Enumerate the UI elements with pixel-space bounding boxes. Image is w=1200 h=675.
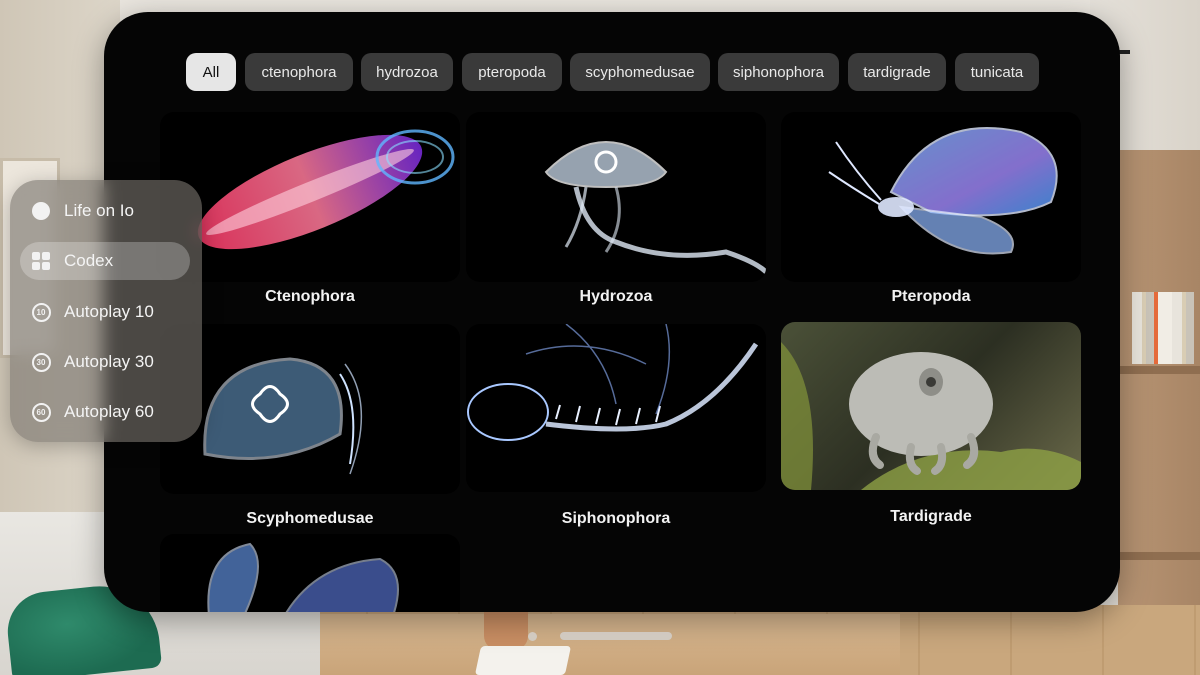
sidebar-item-codex[interactable]: Codex	[20, 242, 190, 280]
creature-card-pteropoda[interactable]: Pteropoda	[781, 112, 1081, 312]
card-label: Hydrozoa	[579, 288, 653, 305]
shelf-books	[1132, 292, 1194, 364]
sidebar-item-label: Codex	[64, 251, 114, 270]
grid-icon	[30, 250, 52, 272]
creature-card-siphonophora[interactable]: Siphonophora	[466, 324, 766, 527]
creature-card-tardigrade[interactable]: Tardigrade	[781, 322, 1081, 525]
timer-30-icon: 30	[30, 351, 52, 373]
bookshelf	[1118, 150, 1200, 675]
card-label: Scyphomedusae	[246, 510, 374, 527]
tardigrade-image	[781, 322, 1081, 490]
filter-chip-hydrozoa[interactable]: hydrozoa	[361, 53, 453, 91]
sidebar-item-life-on-io[interactable]: Life on Io	[20, 192, 190, 230]
filter-chip-all[interactable]: All	[186, 53, 236, 91]
creature-card-scyphomedusae[interactable]: Scyphomedusae	[160, 324, 460, 527]
filter-chip-pteropoda[interactable]: pteropoda	[462, 53, 562, 91]
filter-chip-scyphomedusae[interactable]: scyphomedusae	[570, 53, 710, 91]
card-label: Siphonophora	[561, 510, 671, 527]
filter-bar: All ctenophora hydrozoa pteropoda scypho…	[104, 53, 1120, 91]
sidebar-item-label: Life on Io	[64, 201, 134, 220]
ornament-sidebar: Life on Io Codex 10 Autoplay 10 30 Autop…	[10, 180, 202, 442]
shelf-board	[1118, 366, 1200, 374]
creature-card-ctenophora[interactable]: Ctenophora	[160, 112, 460, 312]
creature-card-partial[interactable]	[160, 534, 460, 612]
card-label: Ctenophora	[265, 288, 355, 305]
codex-window: All ctenophora hydrozoa pteropoda scypho…	[104, 12, 1120, 612]
shelf-board	[1118, 552, 1200, 560]
filter-chip-tardigrade[interactable]: tardigrade	[848, 53, 946, 91]
sidebar-item-autoplay-30[interactable]: 30 Autoplay 30	[20, 343, 190, 381]
sidebar-item-label: Autoplay 30	[64, 352, 154, 371]
timer-60-icon: 60	[30, 401, 52, 423]
filter-chip-siphonophora[interactable]: siphonophora	[718, 53, 839, 91]
filter-chip-ctenophora[interactable]: ctenophora	[245, 53, 353, 91]
card-label: Tardigrade	[890, 508, 972, 525]
pteropoda-image	[781, 112, 1081, 282]
sidebar-item-label: Autoplay 10	[64, 302, 154, 321]
card-label: Pteropoda	[891, 288, 971, 305]
scyphomedusae-image	[160, 324, 460, 494]
table	[300, 614, 900, 675]
creature-card-hydrozoa[interactable]: Hydrozoa	[466, 112, 766, 312]
sidebar-item-label: Autoplay 60	[64, 402, 154, 421]
sidebar-item-autoplay-10[interactable]: 10 Autoplay 10	[20, 293, 190, 331]
hydrozoa-image	[466, 112, 766, 282]
book	[474, 646, 572, 675]
ctenophora-image	[160, 112, 460, 282]
window-grab-bar[interactable]	[560, 632, 672, 640]
circle-icon	[30, 200, 52, 222]
timer-10-icon: 10	[30, 301, 52, 323]
siphonophora-image	[466, 324, 766, 492]
filter-chip-tunicata[interactable]: tunicata	[955, 53, 1039, 91]
sidebar-item-autoplay-60[interactable]: 60 Autoplay 60	[20, 393, 190, 431]
tunicata-image	[160, 534, 460, 612]
window-close-dot[interactable]	[528, 632, 537, 641]
